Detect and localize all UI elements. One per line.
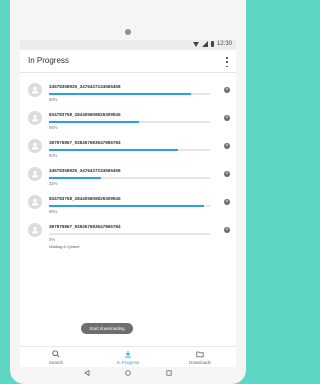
file-name: 834783758_284405609829309945 xyxy=(49,196,121,201)
status-icons: 12:30 xyxy=(192,41,232,47)
nav-downloads-label: Downloads xyxy=(189,360,211,365)
file-name: 34578358925_3476437234565458 xyxy=(49,168,121,173)
tablet-frame: 12:30 In Progress 34578358925_3476437234… xyxy=(10,0,246,384)
file-avatar-icon xyxy=(28,195,42,209)
download-row[interactable]: 834783758_284405609829309945 96% × xyxy=(20,188,236,216)
recents-icon[interactable] xyxy=(166,370,172,376)
search-icon xyxy=(52,350,60,358)
nav-in-progress-label: In Progress xyxy=(116,360,140,365)
app-screen: 12:30 In Progress 34578358925_3476437234… xyxy=(20,40,236,367)
progress-bar xyxy=(49,93,210,95)
battery-icon xyxy=(210,41,214,47)
camera-dot xyxy=(125,29,131,35)
download-arrow-icon xyxy=(125,350,131,358)
progress-percent: 80% xyxy=(49,153,58,158)
download-row[interactable]: 34578358925_3476437234565458 32% × xyxy=(20,160,236,188)
progress-bar xyxy=(49,121,210,123)
file-name: 387876867_928457683647866784 xyxy=(49,224,121,229)
progress-fill xyxy=(49,177,101,179)
progress-fill xyxy=(49,149,178,151)
progress-percent: 88% xyxy=(49,97,58,102)
close-icon[interactable]: × xyxy=(224,143,230,149)
close-icon[interactable]: × xyxy=(224,199,230,205)
progress-fill xyxy=(49,121,140,123)
progress-bar xyxy=(49,177,210,179)
download-row[interactable]: 387876867_928457683647866784 0% Waiting … xyxy=(20,216,236,252)
download-row[interactable]: 387876867_928457683647866784 80% × xyxy=(20,132,236,160)
progress-percent: 32% xyxy=(49,181,58,186)
system-navigation-bar xyxy=(20,367,236,379)
close-icon[interactable]: × xyxy=(224,115,230,121)
home-icon[interactable] xyxy=(125,370,131,376)
progress-fill xyxy=(49,205,204,207)
queue-status: Waiting in Queue xyxy=(49,244,80,249)
status-bar: 12:30 xyxy=(20,40,236,50)
download-row[interactable]: 34578358925_3476437234565458 88% × xyxy=(20,76,236,104)
file-avatar-icon xyxy=(28,111,42,125)
folder-icon xyxy=(196,351,204,358)
nav-search[interactable]: Search xyxy=(20,347,92,367)
nav-in-progress[interactable]: In Progress xyxy=(92,347,164,367)
file-name: 34578358925_3476437234565458 xyxy=(49,84,121,89)
download-row[interactable]: 834783758_284405609829309945 56% × xyxy=(20,104,236,132)
file-name: 387876867_928457683647866784 xyxy=(49,140,121,145)
more-options-icon[interactable] xyxy=(224,57,230,67)
signal-icon xyxy=(201,41,208,47)
nav-downloads[interactable]: Downloads xyxy=(164,347,236,367)
status-time: 12:30 xyxy=(216,41,232,47)
toast-message: Start downloading xyxy=(81,323,133,334)
progress-bar xyxy=(49,205,210,207)
progress-percent: 96% xyxy=(49,209,58,214)
bottom-navigation: Search In Progress Downloads xyxy=(20,346,236,367)
wifi-icon xyxy=(192,41,199,47)
download-list: 34578358925_3476437234565458 88% × 83478… xyxy=(20,76,236,252)
progress-percent: 56% xyxy=(49,125,58,130)
file-avatar-icon xyxy=(28,139,42,153)
page-title: In Progress xyxy=(28,56,69,65)
file-name: 834783758_284405609829309945 xyxy=(49,112,121,117)
file-avatar-icon xyxy=(28,223,42,237)
progress-bar xyxy=(49,233,210,235)
file-avatar-icon xyxy=(28,167,42,181)
progress-fill xyxy=(49,93,191,95)
file-avatar-icon xyxy=(28,83,42,97)
close-icon[interactable]: × xyxy=(224,87,230,93)
back-icon[interactable] xyxy=(84,370,90,376)
progress-bar xyxy=(49,149,210,151)
progress-percent: 0% xyxy=(49,237,56,242)
close-icon[interactable]: × xyxy=(224,227,230,233)
nav-search-label: Search xyxy=(49,360,63,365)
close-icon[interactable]: × xyxy=(224,171,230,177)
app-bar: In Progress xyxy=(20,50,236,73)
